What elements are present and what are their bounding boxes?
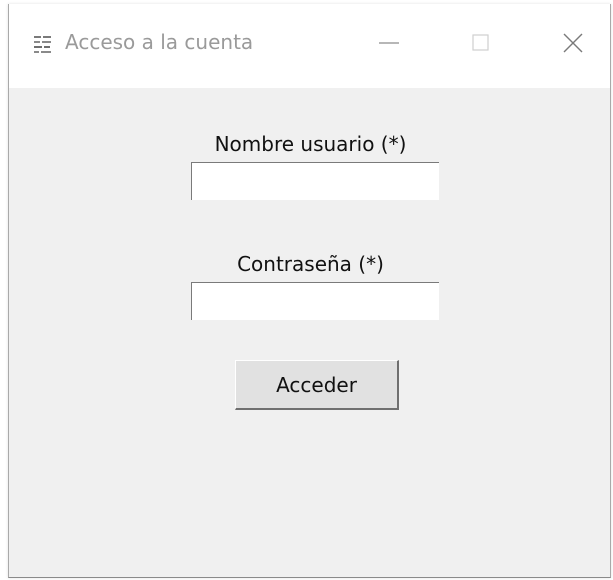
window-app-icon xyxy=(33,34,53,58)
close-button[interactable] xyxy=(553,28,593,62)
minimize-button[interactable] xyxy=(369,28,409,62)
window-title: Acceso a la cuenta xyxy=(65,30,254,54)
password-label: Contraseña (*) xyxy=(237,252,384,276)
minimize-icon xyxy=(378,32,400,58)
login-button[interactable]: Acceder xyxy=(235,360,399,410)
login-window: Acceso a la cuenta Nombre usuario (*) Co… xyxy=(8,4,611,578)
close-icon xyxy=(562,32,584,58)
username-input[interactable] xyxy=(191,162,439,200)
maximize-icon xyxy=(471,33,491,57)
username-label: Nombre usuario (*) xyxy=(214,132,407,156)
window-titlebar[interactable]: Acceso a la cuenta xyxy=(9,4,610,88)
password-input[interactable] xyxy=(191,282,439,320)
maximize-button xyxy=(461,28,501,62)
